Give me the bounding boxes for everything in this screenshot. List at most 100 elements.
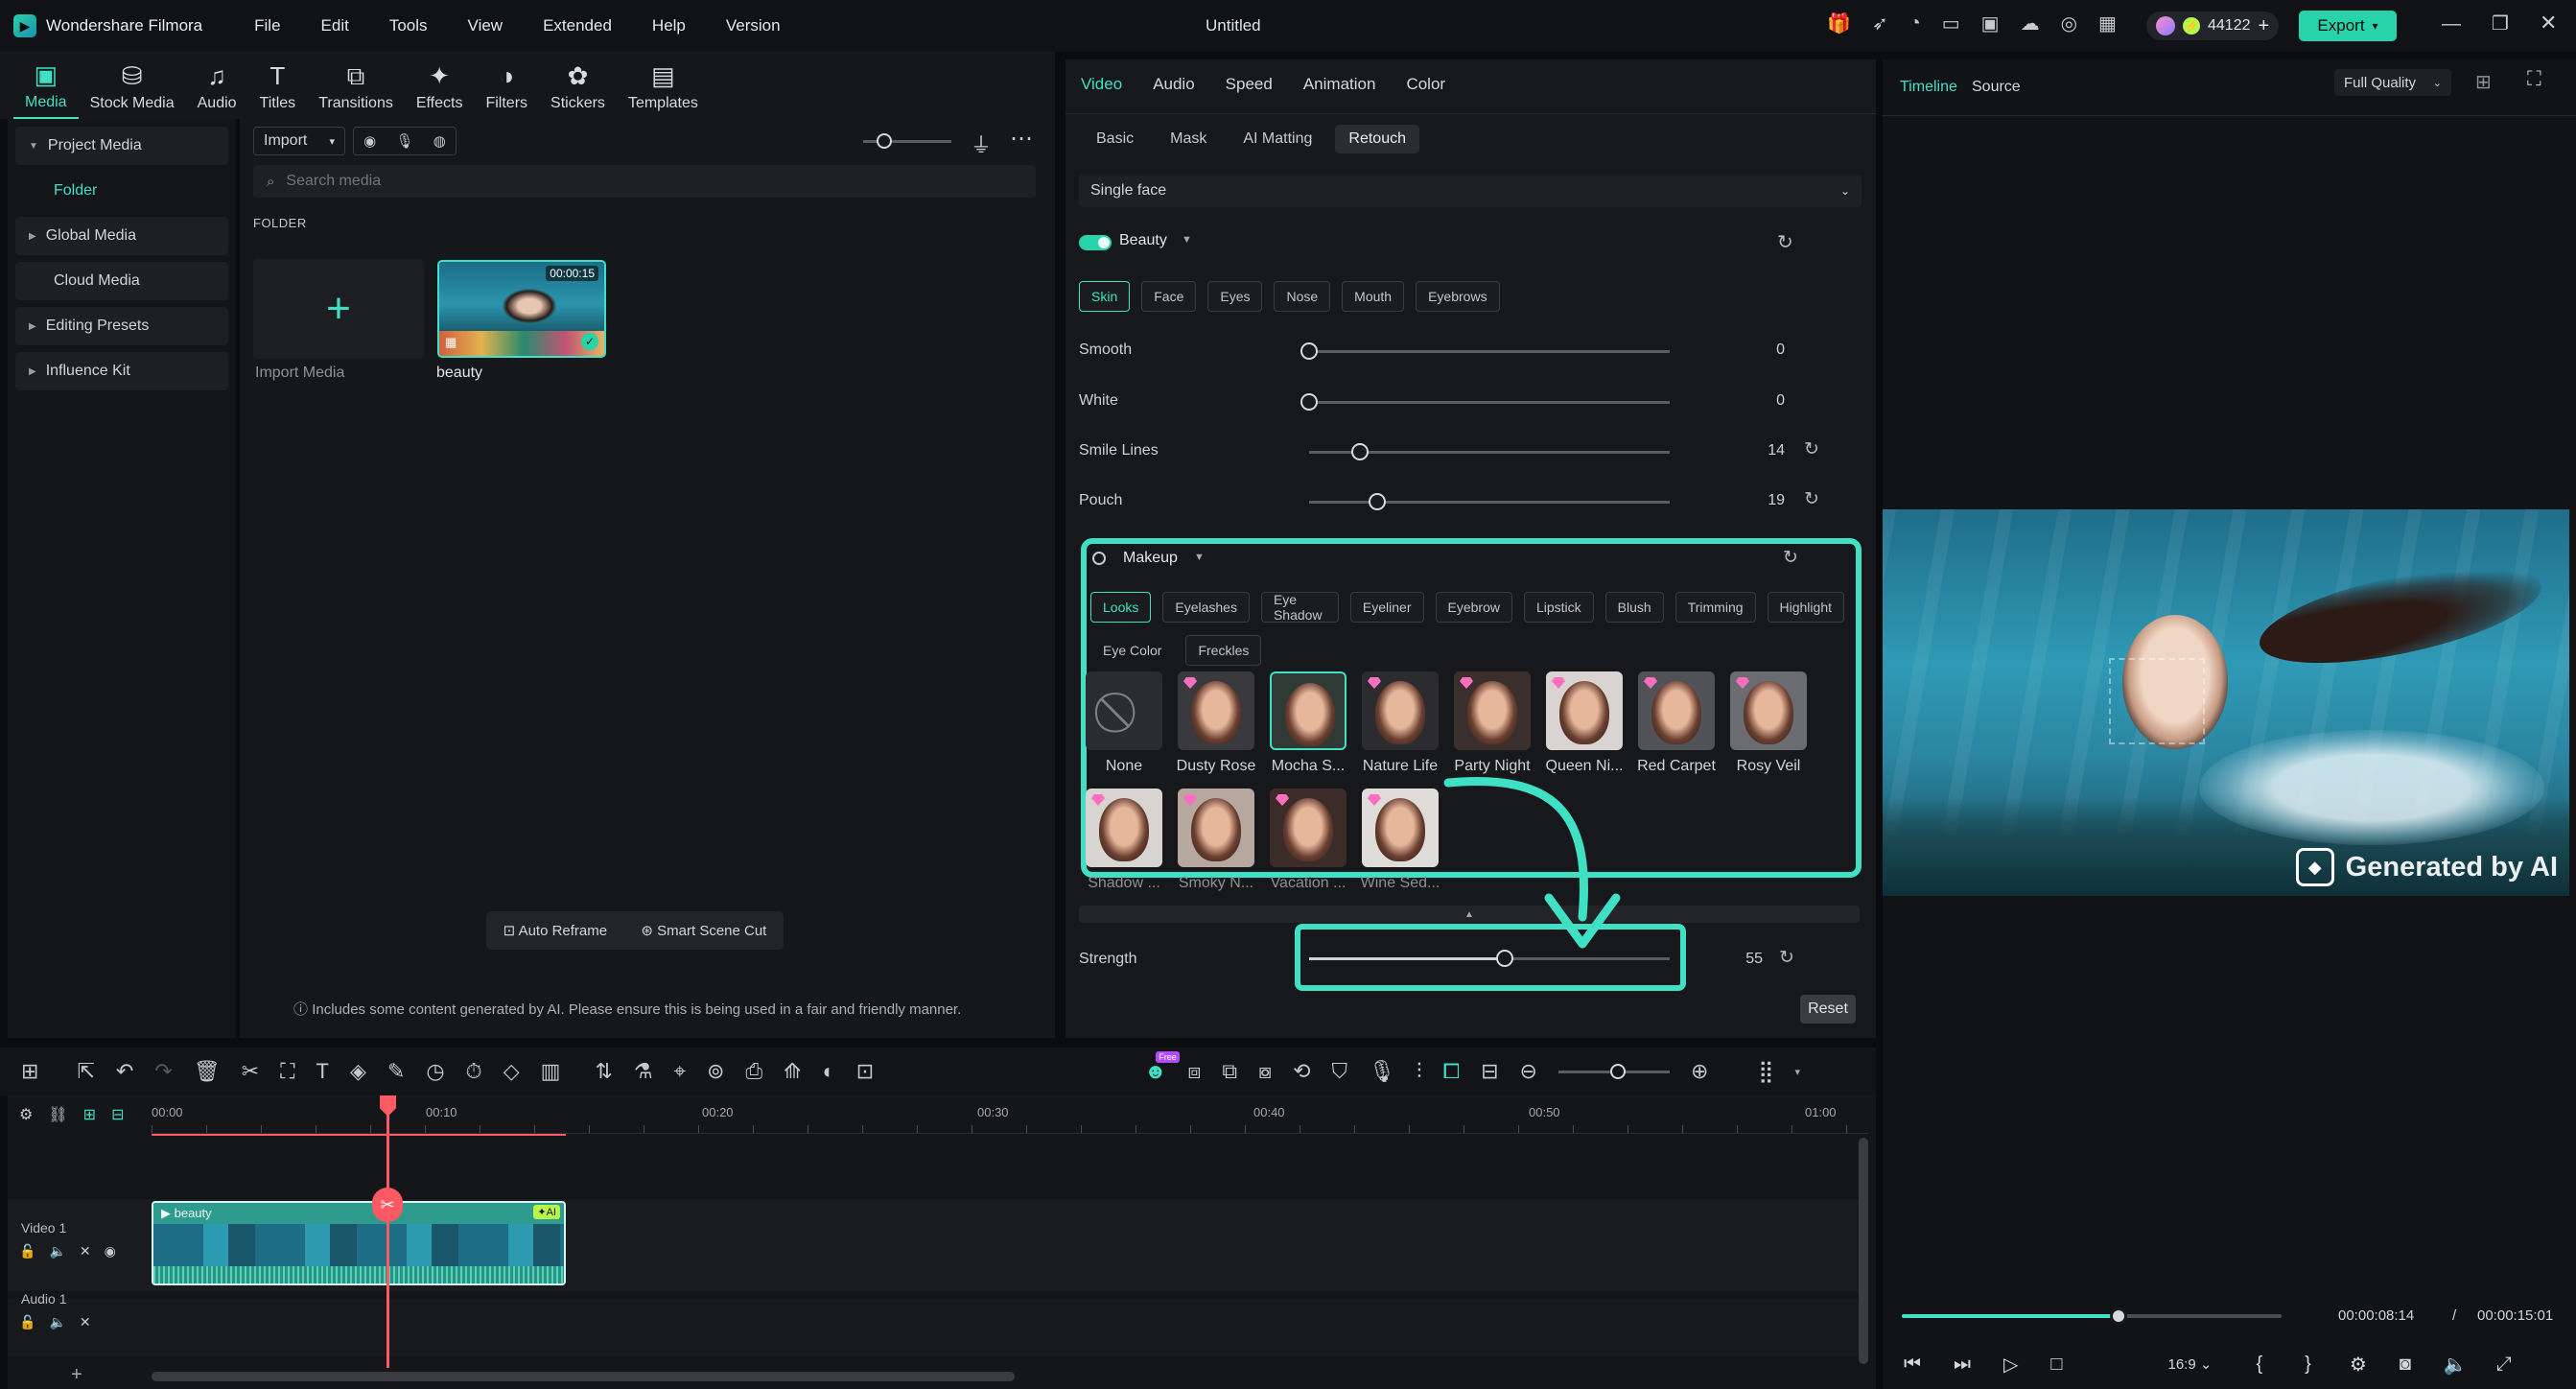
tool-stickers[interactable]: ✿ Stickers	[539, 56, 617, 119]
rocket-icon[interactable]: ➶	[1872, 12, 1888, 35]
slider-knob[interactable]	[877, 133, 892, 149]
zoom-slider[interactable]	[1557, 1063, 1670, 1079]
subtab-basic[interactable]: Basic	[1083, 125, 1147, 153]
menu-file[interactable]: File	[254, 16, 280, 35]
look-party-night[interactable]: Party Night	[1452, 671, 1533, 775]
color-match-icon[interactable]: ◐	[822, 1059, 834, 1084]
tab-source[interactable]: Source	[1972, 79, 2021, 96]
tab-timeline[interactable]: Timeline	[1900, 79, 1957, 96]
look-dusty-rose[interactable]: Dusty Rose	[1176, 671, 1256, 775]
playhead[interactable]: ✂	[372, 1095, 403, 1368]
slider-knob[interactable]	[1369, 493, 1386, 510]
chip-looks[interactable]: Looks	[1090, 592, 1152, 623]
media-clip-thumbnail[interactable]: 00:00:15 ✓ ▦	[437, 260, 606, 358]
look-rosy-veil[interactable]: Rosy Veil	[1728, 671, 1809, 775]
makeup-toggle[interactable]	[1092, 552, 1106, 565]
stop-icon[interactable]: □	[2050, 1354, 2062, 1376]
marker-icon[interactable]: ⊟	[1481, 1059, 1498, 1084]
slider-track[interactable]	[1309, 493, 1670, 510]
freeze-icon[interactable]: ▥	[541, 1059, 561, 1084]
chip-eyebrow[interactable]: Eyebrow	[1435, 592, 1512, 623]
tab-speed[interactable]: Speed	[1226, 75, 1273, 94]
progress-knob[interactable]	[2109, 1307, 2127, 1325]
mute-icon[interactable]: 🔈	[49, 1243, 65, 1260]
select-icon[interactable]: ⇱	[77, 1059, 94, 1084]
tab-audio[interactable]: Audio	[1153, 75, 1194, 94]
snap-icon[interactable]: ⧈	[1187, 1059, 1201, 1084]
track-settings-icon[interactable]: ⚙	[19, 1105, 33, 1124]
chip-face[interactable]: Face	[1141, 281, 1197, 312]
chevron-down-icon[interactable]: ▾	[1795, 1066, 1801, 1078]
look-mocha[interactable]: Mocha S...	[1268, 671, 1348, 775]
zoom-out-icon[interactable]: ⊖	[1520, 1059, 1537, 1084]
smart-scene-cut-button[interactable]: ⊛ Smart Scene Cut	[641, 922, 766, 939]
reset-button[interactable]: Reset	[1800, 995, 1856, 1024]
eye-icon[interactable]: ◉	[105, 1243, 116, 1260]
speed-icon[interactable]: ◷	[426, 1059, 444, 1084]
slider-knob[interactable]	[1300, 342, 1318, 360]
audio-stretch-icon[interactable]: ⇅	[595, 1059, 612, 1084]
filter-icon[interactable]: ⏚	[971, 129, 992, 159]
menu-view[interactable]: View	[468, 16, 503, 35]
lock-icon[interactable]: 🔓	[19, 1243, 35, 1260]
add-track-icon[interactable]: ⊞	[83, 1105, 96, 1124]
playhead-scissor[interactable]: ✂	[372, 1188, 403, 1222]
tab-video[interactable]: Video	[1081, 75, 1122, 94]
look-none[interactable]: ⃠ None	[1084, 671, 1164, 775]
settings-icon[interactable]: ⚙	[2350, 1353, 2367, 1377]
undo-icon[interactable]: ↶	[116, 1059, 133, 1084]
caret-down-icon[interactable]: ▼	[1182, 234, 1192, 246]
volume-icon[interactable]: 🔈	[2444, 1353, 2468, 1377]
chip-eye-shadow[interactable]: Eye Shadow	[1260, 592, 1339, 623]
scene-icon[interactable]: ⧉	[1222, 1059, 1237, 1084]
auto-reframe-button[interactable]: ⊡ Auto Reframe	[503, 922, 607, 939]
lightbulb-icon[interactable]: ◔	[1909, 12, 1921, 35]
caret-down-icon[interactable]: ▼	[1194, 552, 1205, 563]
menu-edit[interactable]: Edit	[321, 16, 349, 35]
tool-titles[interactable]: T Titles	[248, 56, 308, 119]
chip-eyebrows[interactable]: Eyebrows	[1416, 281, 1500, 312]
search-box[interactable]: ⌕	[253, 165, 1036, 198]
snapshot-view-icon[interactable]: ⛶	[2527, 68, 2541, 91]
zoom-knob[interactable]	[1609, 1063, 1626, 1079]
record-screen-icon[interactable]: ◉	[363, 132, 376, 150]
slider-knob[interactable]	[1351, 443, 1369, 460]
chip-highlight[interactable]: Highlight	[1767, 592, 1844, 623]
minimize-icon[interactable]: —	[2442, 13, 2461, 35]
grid-icon[interactable]: ▦	[2098, 12, 2117, 35]
import-dropdown[interactable]: Import ▾	[253, 127, 345, 155]
look-vacation[interactable]: Vacation ...	[1268, 789, 1348, 892]
keyframe-icon[interactable]: ◇	[503, 1059, 520, 1084]
reset-strength-icon[interactable]: ↻	[1779, 947, 1794, 969]
tool-filters[interactable]: ◑ Filters	[474, 56, 539, 119]
reset-makeup-icon[interactable]: ↻	[1783, 547, 1798, 569]
sidebar-item-cloud-media[interactable]: Cloud Media	[15, 262, 228, 300]
chip-nose[interactable]: Nose	[1274, 281, 1331, 312]
tab-animation[interactable]: Animation	[1303, 75, 1376, 94]
render-icon[interactable]: ⧇	[1258, 1059, 1272, 1084]
reset-beauty-icon[interactable]: ↻	[1777, 230, 1793, 254]
slider-track[interactable]	[1300, 393, 1670, 411]
more-tools-icon[interactable]: ⊡	[856, 1059, 874, 1084]
preview-progress[interactable]	[1902, 1307, 2282, 1325]
delete-icon[interactable]: 🗑	[194, 1059, 221, 1084]
sidebar-item-global-media[interactable]: ▶ Global Media	[15, 217, 228, 255]
split-icon[interactable]: ✂	[242, 1059, 259, 1084]
restore-icon[interactable]: ❐	[2492, 12, 2509, 35]
beauty-toggle[interactable]	[1079, 235, 1112, 250]
subtab-mask[interactable]: Mask	[1157, 125, 1220, 153]
credits-badge[interactable]: ⚡ 44122 +	[2146, 12, 2280, 40]
menu-extended[interactable]: Extended	[543, 16, 612, 35]
subtab-ai-matting[interactable]: AI Matting	[1229, 125, 1325, 153]
mask-icon[interactable]: ◈	[350, 1059, 366, 1084]
link-icon[interactable]: ⛓	[48, 1105, 67, 1124]
motion-track-icon[interactable]: ⌖	[674, 1059, 686, 1084]
slider-track[interactable]	[1300, 342, 1670, 360]
save-icon[interactable]: ▣	[1981, 12, 2000, 35]
pip-icon[interactable]: ⧠	[1443, 1059, 1461, 1084]
sidebar-item-folder[interactable]: Folder	[15, 172, 228, 210]
auto-ripple-icon[interactable]: ⟲	[1293, 1059, 1310, 1084]
crop-icon[interactable]: ⛶	[280, 1059, 294, 1084]
sidebar-item-editing-presets[interactable]: ▶ Editing Presets	[15, 307, 228, 345]
ai-mate-icon[interactable]: ☻ Free	[1144, 1051, 1180, 1084]
